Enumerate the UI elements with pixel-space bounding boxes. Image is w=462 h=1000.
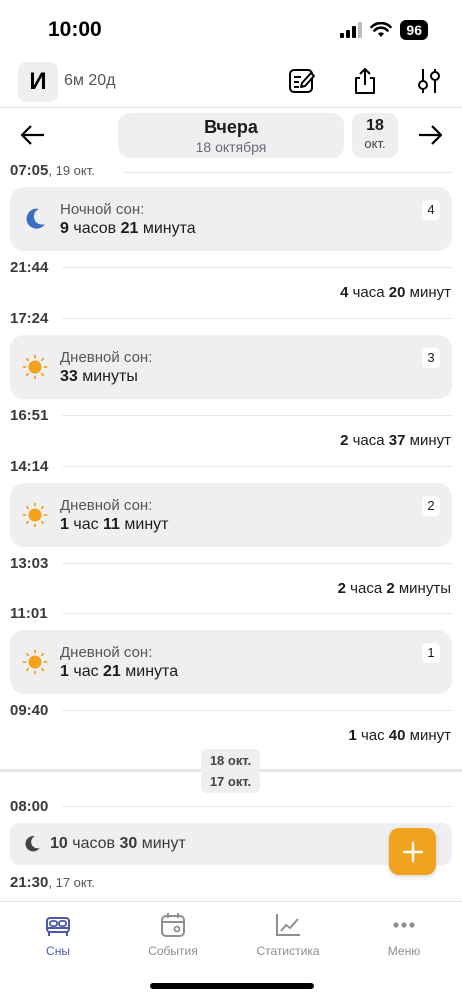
tab-statistics[interactable]: Статистика	[238, 912, 338, 958]
card-title: Дневной сон:	[60, 349, 153, 366]
arrow-right-icon[interactable]	[415, 122, 445, 148]
share-icon[interactable]	[350, 66, 380, 96]
tab-label: Статистика	[256, 944, 320, 958]
date-subtitle: 18 октября	[195, 139, 267, 155]
timeline-line	[62, 267, 452, 268]
sun-icon	[22, 649, 48, 675]
day-separator-badge: 18 окт. 17 окт.	[201, 749, 260, 793]
child-age: 6м 20д	[64, 72, 116, 89]
separator-date-lower: 17 окт.	[209, 774, 252, 789]
avatar[interactable]: И	[18, 62, 58, 102]
card-title: Ночной сон:	[60, 201, 145, 218]
timeline-line	[62, 563, 452, 564]
card-title: Дневной сон:	[60, 644, 153, 661]
sleep-card-day-1[interactable]: Дневной сон: 1 час 21 минута 1	[10, 630, 452, 694]
card-number: 1	[422, 643, 440, 663]
gap-duration: 2 часа 2 минуты	[337, 580, 451, 597]
timeline-line	[62, 613, 452, 614]
timeline-line	[62, 415, 452, 416]
card-number: 4	[422, 200, 440, 220]
status-time: 10:00	[48, 18, 102, 41]
home-indicator	[150, 983, 314, 989]
more-dots-icon	[393, 922, 415, 928]
time-label: 08:00	[10, 798, 49, 815]
plus-icon	[402, 841, 423, 862]
bed-icon	[46, 917, 70, 936]
tab-events[interactable]: События	[123, 912, 223, 958]
card-duration: 10 часов 30 минут	[50, 835, 186, 852]
time-label: 17:24	[10, 310, 49, 327]
card-duration: 1 час 11 минут	[60, 516, 169, 533]
card-duration: 9 часов 21 минута	[60, 220, 196, 237]
timeline-line	[62, 710, 452, 711]
timeline-line	[62, 318, 452, 319]
moon-icon	[26, 208, 45, 229]
time-label: 11:01	[10, 605, 48, 622]
time-label: 07:05, 19 окт.	[10, 162, 95, 179]
sleep-card-night[interactable]: Ночной сон: 9 часов 21 минута 4	[10, 187, 452, 251]
current-date-button[interactable]: Вчера 18 октября	[118, 113, 344, 158]
chart-line-icon	[276, 914, 300, 936]
timeline-line	[62, 806, 452, 807]
status-bar: 10:00 96	[0, 0, 462, 60]
next-date-day: 18	[366, 117, 384, 134]
filter-sliders-icon[interactable]	[414, 66, 444, 96]
date-navigation: Вчера 18 октября 18 окт.	[0, 108, 462, 164]
timeline-line	[124, 172, 452, 173]
time-label: 13:03	[10, 555, 49, 572]
moon-icon	[25, 836, 40, 852]
status-icons: 96	[340, 20, 428, 40]
next-date-button[interactable]: 18 окт.	[352, 113, 398, 158]
add-button[interactable]	[389, 828, 436, 875]
gap-duration: 2 часа 37 минут	[340, 432, 451, 449]
sleep-card-day-2[interactable]: Дневной сон: 1 час 11 минут 2	[10, 483, 452, 547]
tab-menu[interactable]: Меню	[354, 912, 454, 958]
gap-duration: 1 час 40 минут	[348, 727, 451, 744]
tab-label: Меню	[387, 944, 421, 958]
time-label: 21:30, 17 окт.	[10, 874, 95, 891]
edit-note-icon[interactable]	[287, 66, 317, 96]
separator-date-upper: 18 окт.	[209, 753, 252, 768]
sleep-timeline[interactable]: 07:05, 19 окт. Ночной сон: 9 часов 21 ми…	[0, 160, 462, 900]
battery-indicator: 96	[400, 20, 428, 40]
card-number: 2	[422, 496, 440, 516]
time-label: 09:40	[10, 702, 49, 719]
wifi-icon	[370, 22, 393, 37]
arrow-left-icon[interactable]	[18, 122, 48, 148]
timeline-line	[62, 466, 452, 467]
signal-icon	[340, 22, 363, 38]
calendar-icon	[161, 913, 185, 937]
tab-label: События	[148, 944, 198, 958]
gap-duration: 4 часа 20 минут	[340, 284, 451, 301]
sleep-card-previous-night[interactable]: 10 часов 30 минут	[10, 823, 452, 865]
card-duration: 33 минуты	[60, 368, 138, 385]
date-title: Вчера	[204, 117, 258, 137]
time-label: 14:14	[10, 458, 49, 475]
time-label: 16:51	[10, 407, 49, 424]
next-date-month: окт.	[364, 136, 386, 151]
sun-icon	[22, 354, 48, 380]
sun-icon	[22, 502, 48, 528]
card-number: 3	[422, 348, 440, 368]
tab-sleep[interactable]: Сны	[8, 912, 108, 958]
sleep-card-day-3[interactable]: Дневной сон: 33 минуты 3	[10, 335, 452, 399]
card-title: Дневной сон:	[60, 497, 153, 514]
tab-label: Сны	[46, 944, 70, 958]
top-bar: И 6м 20д	[0, 60, 462, 108]
card-duration: 1 час 21 минута	[60, 663, 179, 680]
time-label: 21:44	[10, 259, 49, 276]
